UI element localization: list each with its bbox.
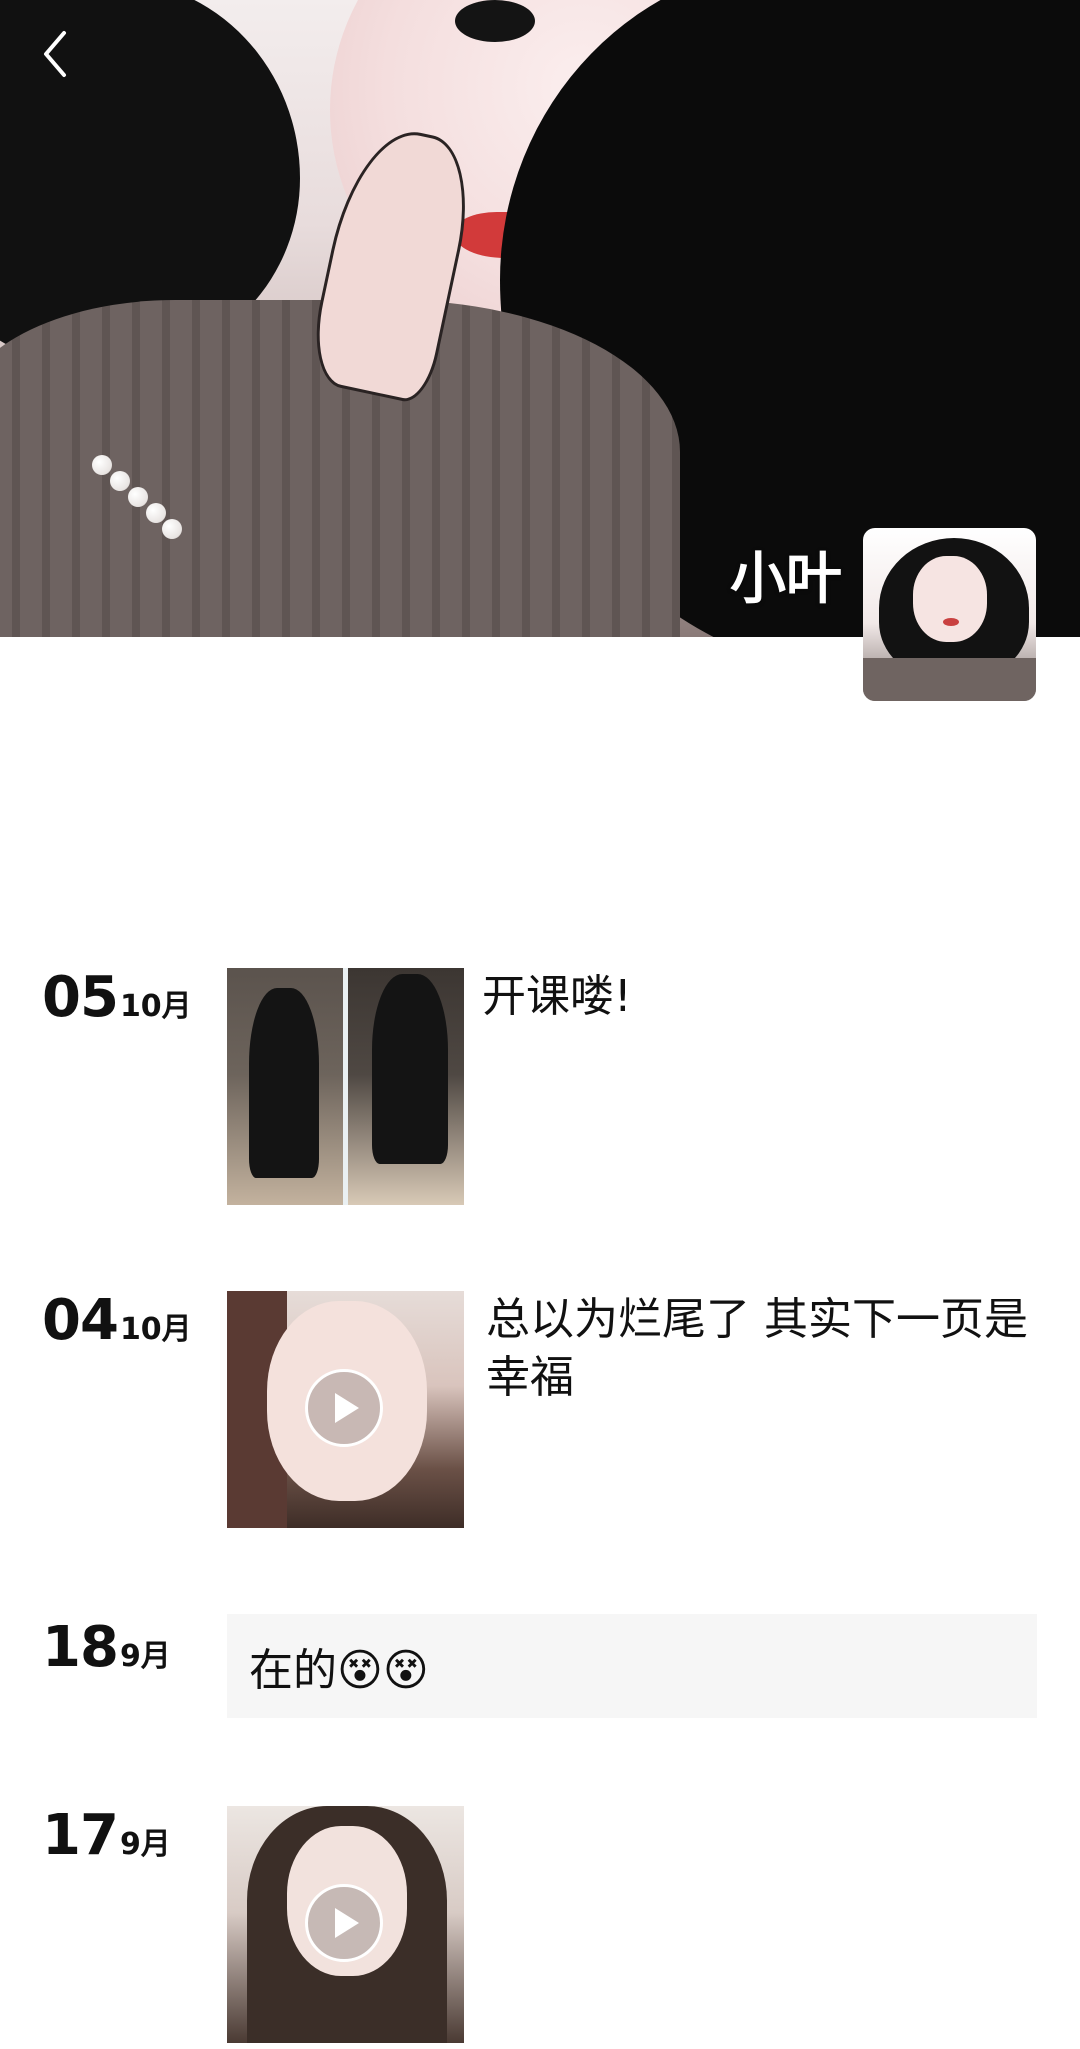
post-date: 17 9月 (42, 1806, 171, 1866)
play-icon[interactable] (305, 1369, 383, 1447)
post-month: 10月 (119, 989, 192, 1024)
post-day: 17 (42, 1803, 119, 1868)
post-text-card[interactable]: 在的😵😵 (227, 1614, 1037, 1718)
post-month: 9月 (119, 1827, 171, 1862)
chevron-left-icon (44, 31, 66, 77)
play-icon[interactable] (305, 1884, 383, 1962)
post-day: 18 (42, 1615, 119, 1680)
post-text: 开课喽! (482, 971, 632, 1022)
post-date: 05 10月 (42, 968, 192, 1028)
cover-illustration-pearls (92, 455, 192, 539)
post-month: 10月 (119, 1312, 192, 1347)
profile-name: 小叶 (730, 547, 842, 612)
post-month: 9月 (119, 1639, 171, 1674)
post-photo[interactable] (227, 968, 464, 1205)
avatar[interactable] (863, 528, 1036, 701)
post-text: 在的😵😵 (249, 1645, 429, 1696)
back-button[interactable] (30, 24, 80, 84)
post-day: 05 (42, 965, 119, 1030)
post-date: 04 10月 (42, 1291, 192, 1351)
post-date: 18 9月 (42, 1618, 171, 1678)
post-day: 04 (42, 1288, 119, 1353)
post-video[interactable] (227, 1806, 464, 2043)
post-video[interactable] (227, 1291, 464, 1528)
post-text: 总以为烂尾了 其实下一页是幸福 (486, 1294, 1028, 1403)
cover-illustration-eye (455, 0, 535, 42)
